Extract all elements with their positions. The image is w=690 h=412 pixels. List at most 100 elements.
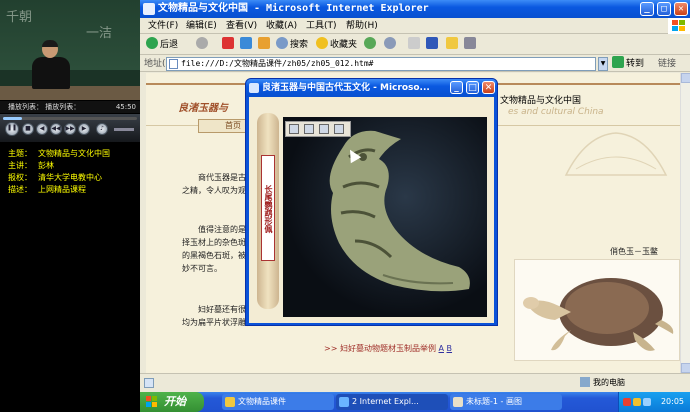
menu-favorites[interactable]: 收藏(A) <box>266 18 297 34</box>
history-button[interactable] <box>384 37 398 53</box>
home-icon <box>258 37 270 49</box>
standard-toolbar: 后退 搜索 收藏夹 <box>140 35 690 55</box>
rewind-icon[interactable]: ◀◀ <box>50 123 62 135</box>
address-value: file:///D:/文物精品课件/zh05/zh05_012.htm# <box>181 59 374 68</box>
popup-window: 良渚玉器与中国古代玉文化 - Microso... _ □ ✕ 长尾鹦鹉形佩 <box>245 78 498 326</box>
info-row: 主讲： 彭林 <box>0 160 140 172</box>
back-label: 后退 <box>160 40 179 50</box>
jade-turtle-illustration <box>523 278 674 351</box>
link-b[interactable]: B <box>447 344 453 353</box>
computer-icon <box>580 377 590 387</box>
menu-help[interactable]: 帮助(H) <box>346 18 378 34</box>
menu-file[interactable]: 文件(F) <box>148 18 178 34</box>
task-internet-explorer[interactable]: 2 Internet Expl... <box>336 394 448 410</box>
forward-button[interactable] <box>196 37 210 53</box>
address-bar: 地址(D) file:///D:/文物精品课件/zh05/zh05_012.ht… <box>140 56 690 72</box>
maximize-button[interactable]: □ <box>657 2 671 16</box>
previous-icon[interactable]: ◀ <box>36 123 48 135</box>
star-icon <box>316 37 328 49</box>
messenger-icon <box>446 37 458 49</box>
seek-bar[interactable] <box>3 117 137 120</box>
info-value: 彭林 <box>38 161 54 170</box>
favorites-button[interactable]: 收藏夹 <box>316 37 357 53</box>
lecturer <box>30 40 70 90</box>
links-button[interactable]: 链接 <box>658 56 676 72</box>
scroll-up-icon[interactable] <box>681 73 690 83</box>
start-button[interactable]: 开始 <box>140 392 204 412</box>
info-value: 文物精品与文化中国 <box>38 149 110 158</box>
menu-tools[interactable]: 工具(T) <box>306 18 337 34</box>
popup-page-icon <box>249 83 259 93</box>
close-button[interactable]: ✕ <box>674 2 688 16</box>
pause-icon[interactable]: ❚❚ <box>5 122 19 136</box>
jade-name-label: 长尾鹦鹉形佩 <box>261 155 275 261</box>
lecture-video[interactable]: 千朝 一洁 <box>0 0 140 100</box>
search-button[interactable]: 搜索 <box>276 37 308 53</box>
print-image-icon[interactable] <box>304 124 314 134</box>
stop-icon[interactable]: ■ <box>22 123 34 135</box>
task-label: 未标题-1 - 画图 <box>466 397 522 406</box>
next-icon[interactable]: ▶ <box>78 123 90 135</box>
stop-button[interactable] <box>222 37 236 53</box>
links-intro: >> 妇好墓动物题材玉制品举例 <box>324 344 436 353</box>
forward-icon[interactable]: ▶▶ <box>64 123 76 135</box>
info-key: 描述： <box>8 185 32 194</box>
save-image-icon[interactable] <box>289 124 299 134</box>
print-button[interactable] <box>464 37 478 53</box>
popup-title: 良渚玉器与中国古代玉文化 - Microso... <box>262 83 430 93</box>
system-tray: 20:05 <box>618 392 690 412</box>
jade-turtle-image[interactable] <box>514 259 680 361</box>
address-input[interactable]: file:///D:/文物精品课件/zh05/zh05_012.htm# <box>166 57 596 71</box>
printer-icon <box>464 37 476 49</box>
tray-network-icon[interactable] <box>633 398 641 406</box>
edit-word-button[interactable] <box>426 37 440 53</box>
refresh-button[interactable] <box>240 37 254 53</box>
page-icon <box>169 59 178 69</box>
tray-app-icon[interactable] <box>623 398 631 406</box>
media-player-panel: 千朝 一洁 播放列表： 播放列表： 45:50 ❚❚ ■ ◀ ◀◀ ▶▶ ▶ ♪ <box>0 0 140 392</box>
messenger-button[interactable] <box>446 37 460 53</box>
playlist-bar[interactable]: 播放列表： 播放列表： 45:50 <box>0 101 140 113</box>
link-a[interactable]: A <box>439 344 444 353</box>
menu-bar: 文件(F) 编辑(E) 查看(V) 收藏(A) 工具(T) 帮助(H) <box>140 18 690 34</box>
playlist-label: 播放列表： <box>8 103 43 111</box>
windows-logo-icon <box>668 18 690 34</box>
volume-slider[interactable] <box>114 128 134 131</box>
mail-button[interactable] <box>408 37 422 53</box>
ie-window-title: 文物精品与文化中国 - Microsoft Internet Explorer <box>158 3 429 14</box>
go-button[interactable]: 转到 <box>612 56 644 72</box>
clock: 20:05 <box>660 397 684 406</box>
folder-icon <box>225 397 235 407</box>
email-image-icon[interactable] <box>319 124 329 134</box>
menu-view[interactable]: 查看(V) <box>226 18 257 34</box>
animal-jade-links: >> 妇好墓动物题材玉制品举例 A B <box>324 343 452 354</box>
minimize-button[interactable]: _ <box>640 2 654 16</box>
page-status-icon <box>144 378 154 388</box>
menu-edit[interactable]: 编辑(E) <box>186 18 217 34</box>
ie-page-icon <box>143 3 155 15</box>
info-key: 报权： <box>8 173 32 182</box>
turtle-caption: 俏色玉－玉鳖 <box>610 247 658 256</box>
popup-minimize-button[interactable]: _ <box>450 81 463 94</box>
media-button[interactable] <box>364 37 378 53</box>
my-pictures-icon[interactable] <box>334 124 344 134</box>
windows-flag-icon <box>146 396 158 408</box>
ie-icon <box>339 397 349 407</box>
popup-title-bar[interactable]: 良渚玉器与中国古代玉文化 - Microso... _ □ ✕ <box>246 79 497 97</box>
taskbar: 开始 文物精品课件 2 Internet Expl... 未标题-1 - 画图 … <box>140 392 690 412</box>
back-button[interactable]: 后退 <box>146 37 178 53</box>
vertical-scrollbar[interactable] <box>680 73 690 373</box>
page-logo-text: 良渚玉器与 <box>178 103 228 114</box>
popup-maximize-button[interactable]: □ <box>466 81 479 94</box>
ie-title-bar[interactable]: 文物精品与文化中国 - Microsoft Internet Explorer … <box>140 0 690 18</box>
scroll-down-icon[interactable] <box>681 363 690 373</box>
popup-close-button[interactable]: ✕ <box>482 81 495 94</box>
tray-volume-icon[interactable] <box>643 398 651 406</box>
mute-icon[interactable]: ♪ <box>96 123 108 135</box>
jade-parrot-image[interactable] <box>283 117 487 317</box>
home-button[interactable] <box>258 37 272 53</box>
task-folder[interactable]: 文物精品课件 <box>222 394 334 410</box>
address-dropdown-icon[interactable]: ▼ <box>598 57 608 71</box>
refresh-icon <box>240 37 252 49</box>
task-paint[interactable]: 未标题-1 - 画图 <box>450 394 562 410</box>
